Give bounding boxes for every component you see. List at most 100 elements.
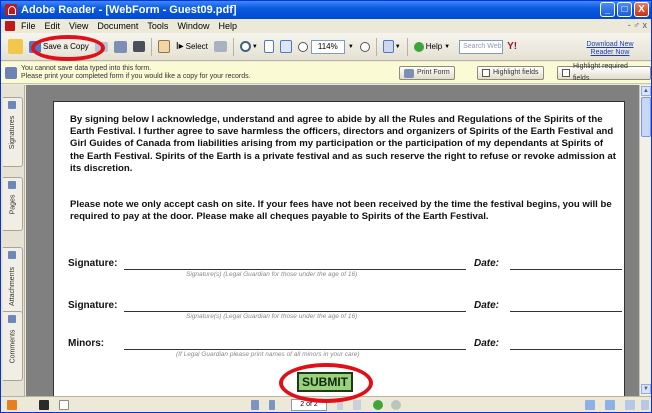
go-forward-button[interactable]	[391, 400, 401, 410]
actual-size-button[interactable]	[261, 37, 277, 57]
help-button[interactable]: Help ▼	[411, 37, 453, 57]
fit-page-button[interactable]	[277, 37, 295, 57]
zoom-tool-button[interactable]: ▼	[237, 37, 261, 57]
menu-edit[interactable]: Edit	[45, 21, 61, 31]
yahoo-icon[interactable]: Y!	[507, 41, 517, 52]
menu-document[interactable]: Document	[97, 21, 138, 31]
security-icon	[7, 400, 17, 410]
restore-button[interactable]: □	[617, 2, 632, 17]
help-icon	[413, 41, 424, 52]
download-reader-link[interactable]: Download New Reader Now	[577, 41, 643, 57]
menu-view[interactable]: View	[69, 21, 88, 31]
pdf-page: By signing below I acknowledge, understa…	[53, 101, 625, 396]
scroll-up-arrow[interactable]: ▲	[641, 86, 651, 96]
continuous-view-button[interactable]	[605, 400, 615, 410]
print-button[interactable]	[111, 37, 130, 57]
menu-window[interactable]: Window	[177, 21, 209, 31]
form-info-icon	[5, 66, 17, 79]
zoom-level-field[interactable]: 114%	[310, 39, 345, 54]
date-label: Date:	[474, 300, 500, 311]
zoom-dropdown-icon[interactable]: ▼	[348, 44, 354, 50]
print-icon	[113, 40, 127, 53]
zoom-in-icon	[359, 41, 370, 52]
chevron-down-icon: ▼	[394, 43, 401, 50]
document-icon	[5, 21, 15, 31]
toolbar-separator	[375, 37, 377, 56]
minimize-button[interactable]: _	[600, 2, 615, 17]
menu-help[interactable]: Help	[218, 21, 237, 31]
highlight-required-button[interactable]: Highlight required fields	[557, 63, 651, 82]
document-view: By signing below I acknowledge, understa…	[26, 85, 639, 396]
zoom-out-icon	[297, 41, 308, 52]
tab-pages[interactable]: Pages	[3, 177, 23, 231]
select-tool-button[interactable]: I▸ Select	[173, 37, 211, 57]
minors-label: Minors:	[68, 338, 105, 349]
highlight-required-label: Highlight required fields	[572, 63, 628, 82]
signature-hint: Signature(s) (Legal Guardian for those u…	[186, 271, 358, 278]
last-page-button[interactable]	[353, 400, 361, 410]
magnifier-icon	[239, 41, 251, 52]
binoculars-icon	[132, 41, 145, 52]
page-rotate-icon	[382, 40, 394, 53]
navigation-panel: Signatures Pages Attachments Comments	[1, 85, 25, 396]
search-web-input[interactable]: Search Web	[459, 39, 504, 54]
chevron-down-icon: ▼	[444, 43, 451, 50]
find-button[interactable]	[130, 37, 148, 57]
snapshot-button[interactable]	[211, 37, 230, 57]
facing-view-button[interactable]	[625, 400, 635, 410]
close-button[interactable]: X	[634, 2, 649, 17]
scroll-thumb[interactable]	[641, 97, 651, 137]
print-form-button[interactable]: Print Form	[399, 66, 455, 80]
camera-icon	[213, 41, 227, 52]
first-page-button[interactable]	[251, 400, 259, 410]
signature-field-1[interactable]	[124, 269, 466, 270]
toolbar-separator	[406, 37, 408, 56]
paperclip-icon	[8, 251, 16, 259]
adobe-reader-icon	[5, 4, 17, 16]
toolbar-separator	[232, 37, 234, 56]
hand-tool-button[interactable]	[155, 37, 173, 57]
tab-comments[interactable]: Comments	[3, 311, 23, 381]
window-title: Adobe Reader - [WebForm - Guest09.pdf]	[21, 4, 237, 16]
signature-field-2[interactable]	[124, 311, 466, 312]
save-copy-highlight-circle	[31, 35, 105, 61]
highlight-fields-checkbox[interactable]	[482, 69, 490, 77]
actual-size-icon	[263, 40, 274, 53]
print-form-label: Print Form	[417, 69, 450, 76]
open-button[interactable]	[5, 37, 26, 57]
menu-bar: File Edit View Document Tools Window Hel…	[1, 19, 651, 33]
zoom-out-button[interactable]	[295, 37, 311, 57]
select-label: Select	[185, 42, 208, 51]
vertical-scrollbar[interactable]: ▲ ▼	[639, 85, 651, 396]
highlight-fields-button[interactable]: Highlight fields	[477, 66, 544, 80]
highlight-required-checkbox[interactable]	[562, 69, 570, 77]
date-field-2[interactable]	[510, 311, 622, 312]
single-page-view-button[interactable]	[585, 400, 595, 410]
print-icon	[404, 68, 414, 78]
payment-paragraph: Please note we only accept cash on site.…	[70, 199, 612, 223]
scroll-down-arrow[interactable]: ▼	[641, 384, 651, 394]
go-back-button[interactable]	[373, 400, 383, 410]
app-window: Adobe Reader - [WebForm - Guest09.pdf] _…	[0, 0, 652, 413]
comment-icon	[8, 315, 16, 323]
hand-icon	[157, 40, 170, 53]
date-field-3[interactable]	[510, 349, 622, 350]
chevron-down-icon: ▼	[251, 43, 258, 50]
waiver-paragraph: By signing below I acknowledge, understa…	[70, 114, 616, 174]
fit-page-icon	[279, 40, 292, 53]
continuous-facing-view-button[interactable]	[641, 400, 649, 410]
title-bar: Adobe Reader - [WebForm - Guest09.pdf] _…	[1, 1, 651, 19]
message-line-2: Please print your completed form if you …	[21, 72, 251, 80]
highlight-fields-label: Highlight fields	[493, 69, 539, 76]
zoom-in-button[interactable]	[357, 37, 373, 57]
menu-file[interactable]: File	[21, 21, 36, 31]
minors-field[interactable]	[124, 349, 466, 350]
date-field-1[interactable]	[510, 269, 622, 270]
rotate-button[interactable]: ▼	[380, 37, 404, 57]
document-window-controls[interactable]: - ♂ x	[628, 20, 647, 30]
signature-hint: Signature(s) (Legal Guardian for those u…	[186, 313, 358, 320]
menu-tools[interactable]: Tools	[147, 21, 168, 31]
save-icon	[39, 400, 49, 410]
tab-signatures[interactable]: Signatures	[3, 97, 23, 167]
previous-page-button[interactable]	[269, 400, 275, 410]
